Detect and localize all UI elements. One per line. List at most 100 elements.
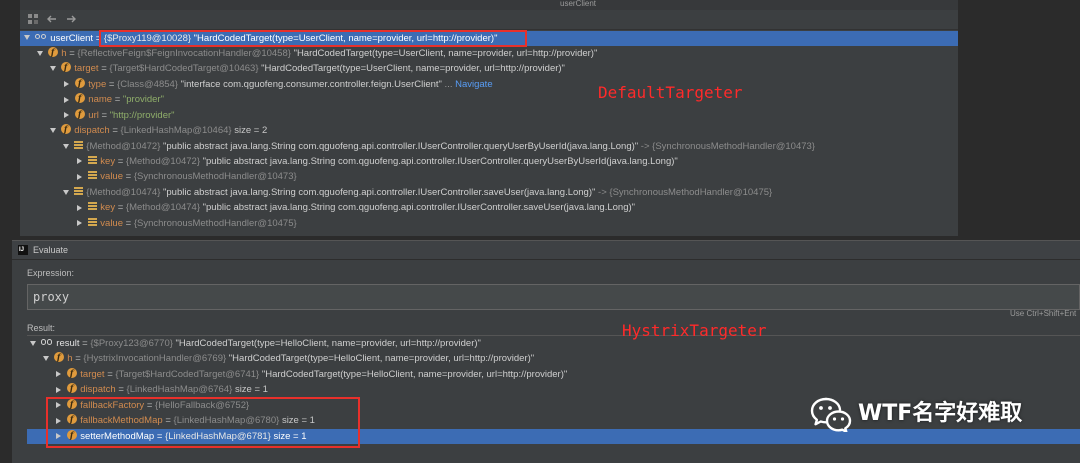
tree-row-key[interactable]: key = {Method@10472} "public abstract ja… — [20, 154, 958, 169]
tree-row-result[interactable]: result = {$Proxy123@6770} "HardCodedTarg… — [27, 336, 1080, 351]
tree-row-name[interactable]: name = "provider" — [20, 92, 958, 107]
equals-sign: = — [114, 94, 121, 106]
value-text: "HardCodedTarget(type=UserClient, name=p… — [261, 63, 565, 75]
equals-sign: = — [125, 217, 132, 229]
field-name: dispatch — [74, 125, 110, 137]
wechat-icon — [810, 397, 852, 432]
object-id: {HystrixInvocationHandler@6769} — [83, 353, 227, 365]
panel-title: userClient — [560, 0, 597, 8]
tree-row-target[interactable]: target = {Target$HardCodedTarget@10463} … — [20, 61, 958, 76]
map-arrow: -> — [598, 186, 607, 198]
object-id: {LinkedHashMap@10464} — [120, 125, 232, 137]
equals-sign: = — [117, 202, 124, 214]
back-arrow-icon[interactable] — [46, 13, 58, 25]
expanded-arrow-icon[interactable] — [63, 143, 69, 149]
tree-row-h[interactable]: h = {HystrixInvocationHandler@6769} "Har… — [27, 351, 1080, 366]
tree-row-value[interactable]: value = {SynchronousMethodHandler@10473} — [20, 169, 958, 184]
variable-name: userClient — [50, 32, 94, 44]
expanded-arrow-icon[interactable] — [50, 66, 56, 72]
expanded-arrow-icon[interactable] — [24, 35, 30, 41]
expression-input[interactable]: proxy — [27, 284, 1080, 310]
equals-sign: = — [101, 109, 108, 121]
object-id: {Method@10474} — [86, 186, 161, 198]
map-entry-icon — [73, 186, 83, 195]
collapsed-arrow-icon[interactable] — [64, 112, 69, 119]
value-text: "HardCodedTarget(type=HelloClient, name=… — [228, 353, 535, 365]
field-icon — [66, 383, 77, 394]
expanded-arrow-icon[interactable] — [37, 50, 43, 56]
field-name: dispatch — [80, 384, 116, 396]
equals-sign: = — [108, 78, 115, 90]
value-text: "public abstract java.lang.String com.qg… — [202, 202, 636, 214]
navigate-link[interactable]: Navigate — [455, 79, 493, 90]
tree-row-dispatch[interactable]: dispatch = {LinkedHashMap@6764} size = 1 — [27, 382, 1080, 397]
field-icon — [74, 77, 85, 88]
field-icon — [66, 367, 77, 378]
size-text: size = 2 — [234, 125, 268, 137]
object-id: {Target$HardCodedTarget@10463} — [109, 63, 259, 75]
object-id: {SynchronousMethodHandler@10475} — [133, 217, 297, 229]
field-icon — [53, 352, 64, 363]
object-id: {Class@4854} — [117, 78, 178, 90]
object-id: {Method@10474} — [125, 202, 201, 214]
tree-row-h[interactable]: h = {ReflectiveFeign$FeignInvocationHand… — [20, 46, 958, 61]
equals-sign: = — [112, 125, 118, 137]
field-name: h — [67, 353, 73, 365]
field-icon — [47, 46, 58, 57]
shortcut-hint: Use Ctrl+Shift+Ent — [1010, 309, 1077, 318]
equals-sign: = — [69, 47, 75, 59]
field-name: key — [100, 202, 116, 214]
tree-row-map-entry[interactable]: {Method@10472} "public abstract java.lan… — [20, 139, 958, 154]
collapsed-arrow-icon[interactable] — [56, 371, 61, 378]
value-text: "public abstract java.lang.String com.qg… — [202, 156, 678, 167]
field-name: name — [88, 94, 113, 106]
equals-sign: = — [101, 63, 107, 75]
dialog-titlebar[interactable]: Evaluate — [12, 241, 1080, 260]
expanded-arrow-icon[interactable] — [30, 340, 36, 346]
expanded-arrow-icon[interactable] — [43, 356, 49, 362]
collapsed-arrow-icon[interactable] — [77, 220, 82, 227]
value-text: "HardCodedTarget(type=HelloClient, name=… — [175, 338, 481, 349]
field-name: value — [100, 217, 123, 229]
object-id: {Method@10472} — [86, 140, 161, 152]
map-entry-icon — [87, 171, 97, 180]
field-icon — [60, 124, 71, 135]
forward-arrow-icon[interactable] — [65, 13, 77, 25]
tree-row-target[interactable]: target = {Target$HardCodedTarget@6741} "… — [27, 367, 1080, 382]
variable-name: result — [56, 338, 80, 349]
field-icon — [60, 62, 71, 73]
field-icon — [74, 108, 85, 119]
tree-row-value[interactable]: value = {SynchronousMethodHandler@10475} — [20, 216, 958, 231]
intellij-logo-icon — [18, 245, 28, 255]
annotation-default-targeter: DefaultTargeter — [598, 83, 743, 102]
expanded-arrow-icon[interactable] — [63, 189, 69, 195]
value-text: "HardCodedTarget(type=UserClient, name=p… — [293, 47, 598, 59]
equals-sign: = — [75, 353, 81, 365]
tree-row-map-entry[interactable]: {Method@10474} "public abstract java.lan… — [20, 185, 958, 200]
collapsed-arrow-icon[interactable] — [77, 158, 82, 165]
watch-icon — [34, 32, 47, 42]
field-name: value — [100, 171, 123, 183]
highlight-box — [46, 397, 360, 448]
collapsed-arrow-icon[interactable] — [64, 81, 69, 88]
object-id: {$Proxy123@6770} — [90, 338, 173, 349]
object-id: {SynchronousMethodHandler@10473} — [133, 171, 297, 183]
entry-target: {SynchronousMethodHandler@10475} — [609, 186, 773, 198]
expanded-arrow-icon[interactable] — [50, 128, 56, 134]
collapsed-arrow-icon[interactable] — [77, 204, 82, 211]
tree-row-key[interactable]: key = {Method@10474} "public abstract ja… — [20, 200, 958, 215]
watch-icon — [40, 337, 53, 347]
tree-row-type[interactable]: type = {Class@4854} "interface com.qguof… — [20, 77, 958, 92]
value-text: "public abstract java.lang.String com.qg… — [163, 140, 639, 152]
collapsed-arrow-icon[interactable] — [64, 96, 69, 103]
string-value: "http://provider" — [109, 109, 175, 121]
value-text: "interface com.qguofeng.consumer.control… — [180, 78, 442, 90]
collapsed-arrow-icon[interactable] — [77, 173, 82, 180]
size-text: size = 1 — [234, 384, 268, 396]
field-name: key — [100, 156, 116, 167]
tree-row-url[interactable]: url = "http://provider" — [20, 108, 958, 123]
ellipsis: ... — [444, 78, 453, 90]
tree-row-dispatch[interactable]: dispatch = {LinkedHashMap@10464} size = … — [20, 123, 958, 138]
layout-icon[interactable] — [27, 13, 39, 25]
collapsed-arrow-icon[interactable] — [56, 386, 61, 393]
